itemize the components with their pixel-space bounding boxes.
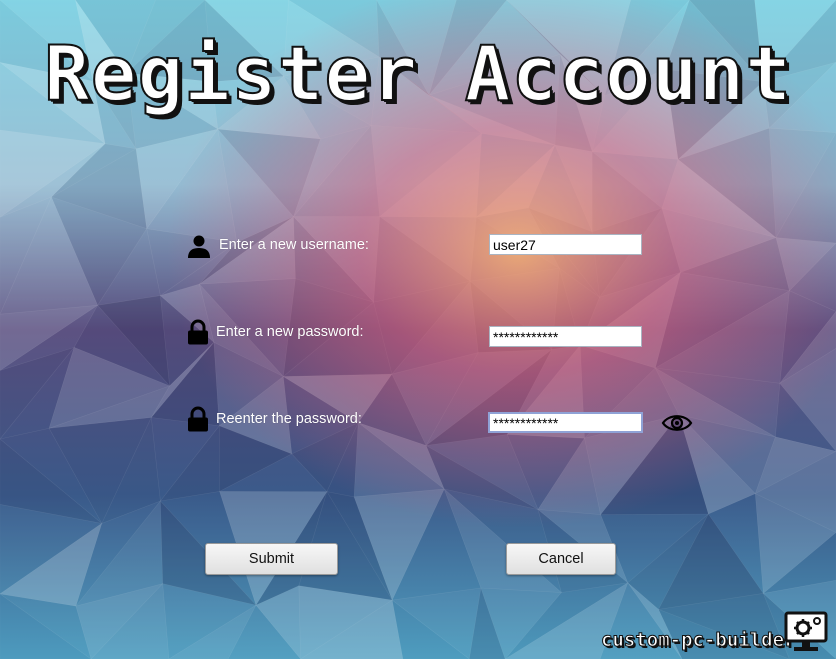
lock-icon (188, 406, 208, 432)
confirm-password-label: Reenter the password: (216, 411, 362, 427)
person-icon (188, 235, 210, 258)
cancel-button[interactable]: Cancel (506, 543, 616, 575)
username-input[interactable] (489, 234, 642, 255)
username-label: Enter a new username: (219, 237, 369, 253)
submit-button[interactable]: Submit (205, 543, 338, 575)
password-label: Enter a new password: (216, 324, 364, 340)
monitor-gear-icon (784, 611, 828, 651)
brand-name: custom-pc-builder (600, 629, 796, 652)
eye-icon[interactable] (661, 412, 693, 434)
confirm-password-input[interactable] (488, 412, 643, 433)
lock-icon (188, 319, 208, 345)
password-input[interactable] (489, 326, 642, 347)
page-title: Register Account (43, 29, 793, 118)
